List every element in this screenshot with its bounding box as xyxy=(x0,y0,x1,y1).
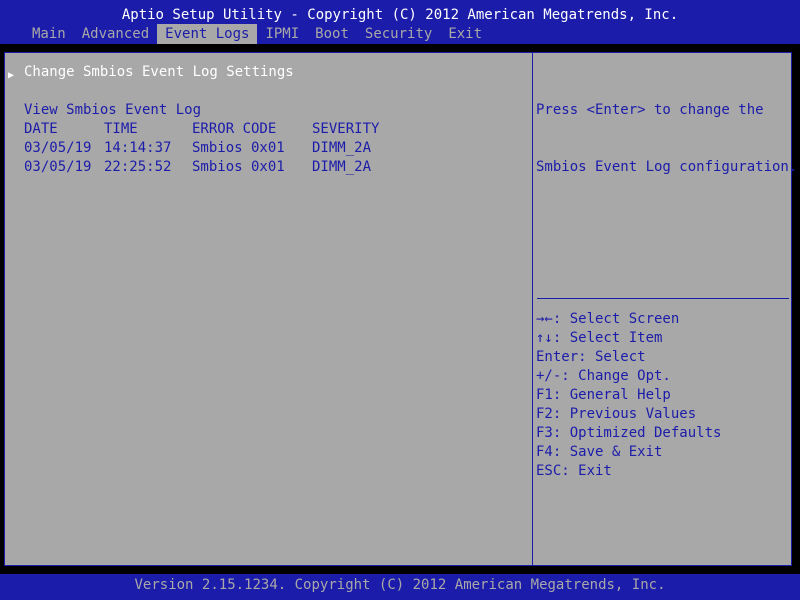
status-bar: Version 2.15.1234. Copyright (C) 2012 Am… xyxy=(0,574,800,600)
version-text: Version 2.15.1234. Copyright (C) 2012 Am… xyxy=(134,577,666,593)
table-header-time: TIME xyxy=(104,121,138,137)
table-header-error-code: ERROR CODE xyxy=(192,121,277,137)
key-save-exit: F4: Save & Exit xyxy=(536,444,663,460)
cell-date: 03/05/19 xyxy=(24,140,92,156)
key-change-opt: +/-: Change Opt. xyxy=(536,368,671,384)
cell-error-code: Smbios 0x01 xyxy=(192,159,285,175)
cell-severity: DIMM_2A xyxy=(312,140,372,156)
tab-main[interactable]: Main xyxy=(24,24,74,44)
key-general-help: F1: General Help xyxy=(536,387,671,403)
tab-security[interactable]: Security xyxy=(357,24,440,44)
key-previous-values: F2: Previous Values xyxy=(536,406,697,422)
settings-pane: ▶ Change Smbios Event Log Settings View … xyxy=(5,53,532,565)
table-header-date: DATE xyxy=(24,121,58,137)
tab-event-logs[interactable]: Event Logs xyxy=(157,24,258,44)
cell-severity: DIMM_2A xyxy=(312,159,372,175)
cell-error-code: Smbios 0x01 xyxy=(192,140,285,156)
menu-bar: Main Advanced Event Logs IPMI Boot Secur… xyxy=(24,24,490,44)
tab-advanced[interactable]: Advanced xyxy=(74,24,157,44)
key-select-screen: →←: Select Screen xyxy=(536,311,680,327)
tab-boot[interactable]: Boot xyxy=(307,24,357,44)
key-optimized-defaults: F3: Optimized Defaults xyxy=(536,425,722,441)
main-panel: ▶ Change Smbios Event Log Settings View … xyxy=(4,52,798,566)
table-header-severity: SEVERITY xyxy=(312,121,380,137)
cell-time: 22:25:52 xyxy=(104,159,172,175)
help-text: Press <Enter> to change the Smbios Event… xyxy=(536,63,798,215)
help-divider xyxy=(537,298,789,299)
help-line: Press <Enter> to change the xyxy=(536,102,764,118)
cell-date: 03/05/19 xyxy=(24,159,92,175)
cell-time: 14:14:37 xyxy=(104,140,172,156)
help-line: Smbios Event Log configuration. xyxy=(536,159,798,175)
submenu-arrow-icon: ▶ xyxy=(8,70,15,81)
key-legend: →←: Select Screen ↑↓: Select Item Enter:… xyxy=(536,310,790,481)
window-title: Aptio Setup Utility - Copyright (C) 2012… xyxy=(121,7,679,23)
tab-ipmi[interactable]: IPMI xyxy=(257,24,307,44)
pane-divider xyxy=(532,53,533,565)
key-select-item: ↑↓: Select Item xyxy=(536,330,663,346)
key-enter: Enter: Select xyxy=(536,349,646,365)
change-smbios-event-log-settings[interactable]: Change Smbios Event Log Settings xyxy=(24,63,294,82)
title-bar: Aptio Setup Utility - Copyright (C) 2012… xyxy=(0,0,800,44)
tab-exit[interactable]: Exit xyxy=(440,24,490,44)
key-esc-exit: ESC: Exit xyxy=(536,463,612,479)
section-title: View Smbios Event Log xyxy=(24,102,202,118)
